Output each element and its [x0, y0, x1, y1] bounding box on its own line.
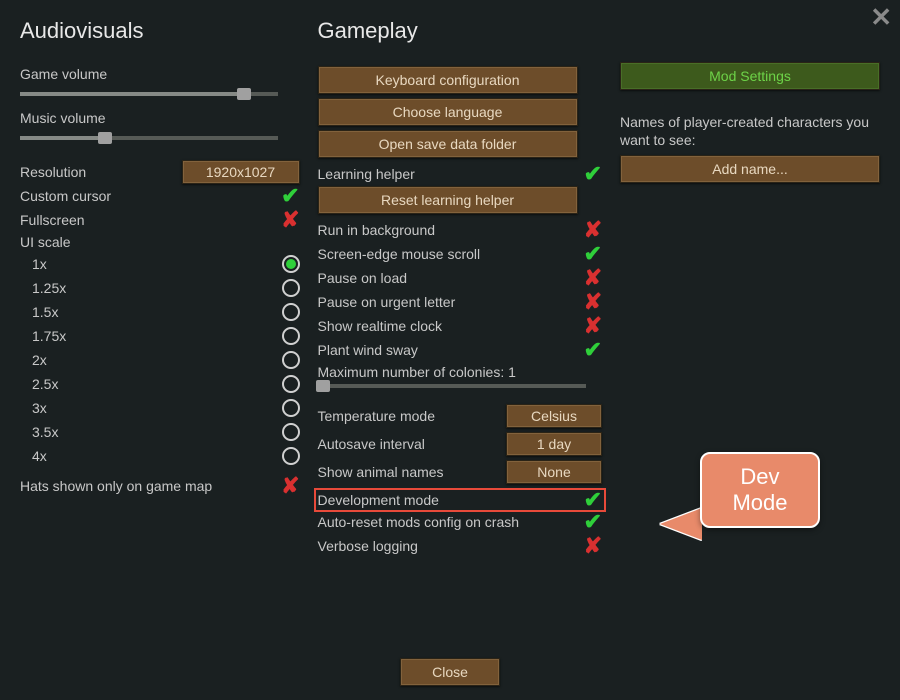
realtime-clock-toggle[interactable]: ✘ — [584, 315, 602, 337]
run-background-toggle[interactable]: ✘ — [584, 219, 602, 241]
learning-helper-label: Learning helper — [318, 166, 415, 182]
pause-load-label: Pause on load — [318, 270, 408, 286]
pause-letter-label: Pause on urgent letter — [318, 294, 456, 310]
temp-mode-label: Temperature mode — [318, 408, 436, 424]
reset-mods-label: Auto-reset mods config on crash — [318, 514, 520, 530]
fullscreen-label: Fullscreen — [20, 212, 85, 228]
add-name-button[interactable]: Add name... — [620, 155, 880, 183]
max-colonies-label: Maximum number of colonies: 1 — [318, 364, 603, 380]
ui-scale-option-label: 1.75x — [32, 328, 66, 344]
game-volume-slider[interactable] — [20, 92, 278, 96]
edge-scroll-label: Screen-edge mouse scroll — [318, 246, 481, 262]
choose-language-button[interactable]: Choose language — [318, 98, 578, 126]
run-background-label: Run in background — [318, 222, 436, 238]
radio-icon[interactable] — [282, 255, 300, 273]
max-colonies-slider[interactable] — [318, 384, 586, 388]
ui-scale-option-label: 1.5x — [32, 304, 58, 320]
reset-mods-toggle[interactable]: ✔ — [584, 511, 602, 533]
hats-label: Hats shown only on game map — [20, 478, 212, 494]
ui-scale-option-label: 2.5x — [32, 376, 58, 392]
ui-scale-option[interactable]: 4x — [20, 444, 300, 468]
reset-learning-button[interactable]: Reset learning helper — [318, 186, 578, 214]
window-close-button[interactable]: ✕ — [870, 4, 892, 30]
dev-mode-toggle[interactable]: ✔ — [584, 489, 602, 511]
custom-cursor-toggle[interactable]: ✔ — [281, 185, 299, 207]
wind-sway-label: Plant wind sway — [318, 342, 418, 358]
radio-icon[interactable] — [282, 279, 300, 297]
ui-scale-label: UI scale — [20, 234, 300, 250]
callout-tail-icon — [660, 508, 702, 540]
ui-scale-option[interactable]: 1.25x — [20, 276, 300, 300]
resolution-button[interactable]: 1920x1027 — [182, 160, 300, 184]
ui-scale-option[interactable]: 1.5x — [20, 300, 300, 324]
ui-scale-option-label: 2x — [32, 352, 47, 368]
animal-names-label: Show animal names — [318, 464, 444, 480]
radio-icon[interactable] — [282, 303, 300, 321]
ui-scale-option[interactable]: 1x — [20, 252, 300, 276]
keyboard-config-button[interactable]: Keyboard configuration — [318, 66, 578, 94]
names-description: Names of player-created characters you w… — [620, 114, 880, 149]
radio-icon[interactable] — [282, 351, 300, 369]
game-volume-label: Game volume — [20, 66, 300, 82]
ui-scale-option[interactable]: 2.5x — [20, 372, 300, 396]
verbose-toggle[interactable]: ✘ — [584, 535, 602, 557]
verbose-label: Verbose logging — [318, 538, 418, 554]
radio-icon[interactable] — [282, 375, 300, 393]
gameplay-panel: Gameplay Keyboard configuration Choose l… — [318, 18, 603, 630]
pause-load-toggle[interactable]: ✘ — [584, 267, 602, 289]
dev-mode-label: Development mode — [318, 492, 439, 508]
music-volume-slider[interactable] — [20, 136, 278, 140]
temp-mode-button[interactable]: Celsius — [506, 404, 602, 428]
custom-cursor-label: Custom cursor — [20, 188, 111, 204]
ui-scale-option[interactable]: 3.5x — [20, 420, 300, 444]
radio-icon[interactable] — [282, 447, 300, 465]
ui-scale-option-label: 3x — [32, 400, 47, 416]
wind-sway-toggle[interactable]: ✔ — [584, 339, 602, 361]
audiovisuals-heading: Audiovisuals — [20, 18, 300, 44]
radio-icon[interactable] — [282, 423, 300, 441]
gameplay-heading: Gameplay — [318, 18, 603, 44]
resolution-label: Resolution — [20, 164, 86, 180]
animal-names-button[interactable]: None — [506, 460, 602, 484]
radio-icon[interactable] — [282, 327, 300, 345]
ui-scale-option[interactable]: 1.75x — [20, 324, 300, 348]
edge-scroll-toggle[interactable]: ✔ — [584, 243, 602, 265]
fullscreen-toggle[interactable]: ✘ — [281, 209, 299, 231]
mods-panel: Mod Settings Names of player-created cha… — [620, 18, 880, 630]
ui-scale-option-label: 1.25x — [32, 280, 66, 296]
hats-toggle[interactable]: ✘ — [281, 475, 299, 497]
mod-settings-button[interactable]: Mod Settings — [620, 62, 880, 90]
open-save-folder-button[interactable]: Open save data folder — [318, 130, 578, 158]
ui-scale-option-label: 4x — [32, 448, 47, 464]
audiovisuals-panel: Audiovisuals Game volume Music volume Re… — [20, 18, 300, 630]
autosave-label: Autosave interval — [318, 436, 425, 452]
pause-letter-toggle[interactable]: ✘ — [584, 291, 602, 313]
ui-scale-option-label: 3.5x — [32, 424, 58, 440]
radio-icon[interactable] — [282, 399, 300, 417]
music-volume-label: Music volume — [20, 110, 300, 126]
ui-scale-option-label: 1x — [32, 256, 47, 272]
dev-mode-callout: Dev Mode — [700, 452, 820, 528]
close-button[interactable]: Close — [400, 658, 500, 686]
learning-helper-toggle[interactable]: ✔ — [584, 163, 602, 185]
autosave-button[interactable]: 1 day — [506, 432, 602, 456]
ui-scale-option[interactable]: 3x — [20, 396, 300, 420]
ui-scale-option[interactable]: 2x — [20, 348, 300, 372]
realtime-clock-label: Show realtime clock — [318, 318, 443, 334]
